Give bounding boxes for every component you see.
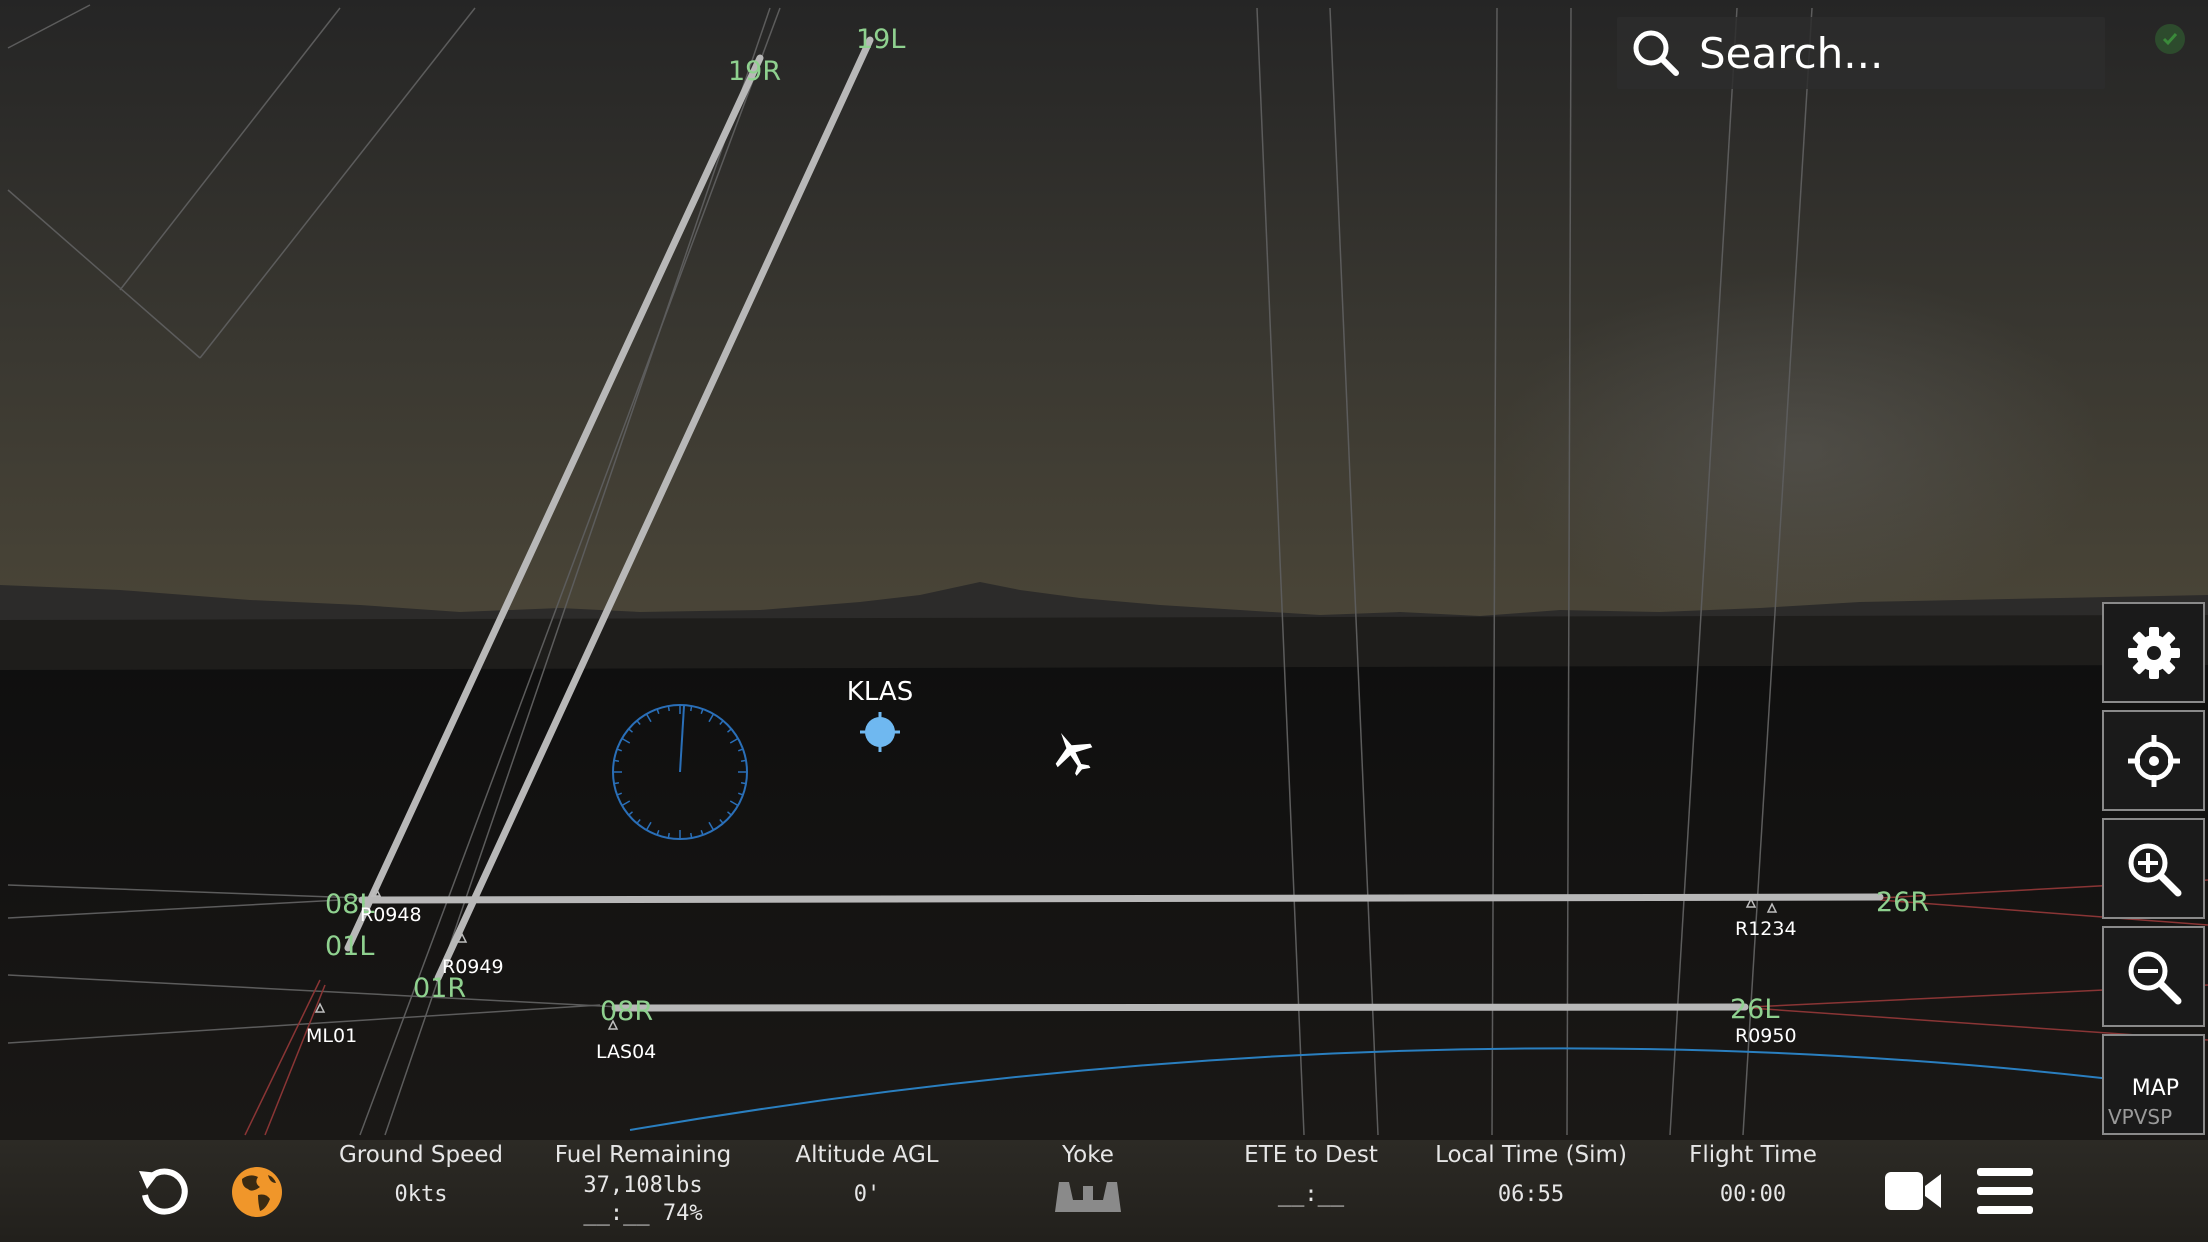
- zoom-in-icon: [2128, 843, 2181, 896]
- runway-label-19r: 19R: [728, 56, 781, 87]
- flight-time-stat: Flight Time 00:00: [1643, 1142, 1863, 1207]
- yoke-icon: [1055, 1182, 1121, 1212]
- runway-label-26r: 26R: [1876, 887, 1929, 918]
- search-input[interactable]: [1697, 27, 2081, 79]
- ground: [0, 620, 2208, 1140]
- map-mode-button[interactable]: MAP VPVSP: [2102, 1034, 2205, 1135]
- altitude-agl-value: 0': [853, 1182, 881, 1207]
- ete-to-dest-label: ETE to Dest: [1244, 1142, 1378, 1168]
- reset-button[interactable]: [135, 1163, 193, 1225]
- yoke-label: Yoke: [1062, 1142, 1114, 1168]
- zoom-out-button[interactable]: [2102, 926, 2205, 1027]
- search-bar[interactable]: [1617, 17, 2105, 89]
- fuel-remaining-value: 37,108lbs: [583, 1173, 703, 1198]
- local-time-stat: Local Time (Sim) 06:55: [1421, 1142, 1641, 1207]
- compass-tick: [667, 832, 670, 839]
- waypoint-label-las04: LAS04: [596, 1041, 656, 1063]
- globe-icon: [232, 1167, 282, 1217]
- map-scene[interactable]: 19R 19L 08L 01L 01R 08R 26R 26L R0948 R0…: [0, 0, 2208, 1242]
- compass-tick: [667, 705, 670, 712]
- runway-label-01l: 01L: [325, 931, 374, 962]
- menu-icon: [1977, 1168, 2033, 1214]
- waypoint-label-r0949: R0949: [442, 956, 504, 978]
- waypoint-label-r0950: R0950: [1735, 1025, 1797, 1047]
- yoke-stat[interactable]: Yoke: [978, 1142, 1198, 1220]
- zoom-in-button[interactable]: [2102, 818, 2205, 919]
- center-position-button[interactable]: [2102, 710, 2205, 811]
- compass-tick: [613, 759, 620, 762]
- compass-tick: [690, 705, 693, 712]
- airport-label: KLAS: [847, 677, 913, 707]
- fuel-remaining-label: Fuel Remaining: [554, 1142, 732, 1168]
- waypoint-label-ml01: ML01: [306, 1025, 357, 1047]
- fuel-remaining-stat: Fuel Remaining 37,108lbs __:__ 74%: [533, 1142, 753, 1228]
- altitude-agl-stat: Altitude AGL 0': [757, 1142, 977, 1207]
- camera-icon: [1885, 1172, 1941, 1210]
- runway-label-19l: 19L: [856, 24, 905, 55]
- horizon-band: [0, 615, 2208, 670]
- camera-button[interactable]: [1883, 1168, 1943, 1218]
- compass-tick: [613, 782, 620, 785]
- zoom-out-icon: [2128, 951, 2181, 1004]
- vpvsp-label: VPVSP: [2108, 1105, 2173, 1129]
- globe-button[interactable]: [230, 1165, 284, 1223]
- ground-speed-stat: Ground Speed 0kts: [311, 1142, 531, 1207]
- local-time-label: Local Time (Sim): [1435, 1142, 1627, 1168]
- compass-tick: [740, 782, 747, 785]
- menu-button[interactable]: [1975, 1166, 2035, 1220]
- sun-glow: [1500, 270, 2100, 630]
- ete-to-dest-value: __:__: [1277, 1182, 1345, 1207]
- status-check-icon: [2155, 24, 2185, 54]
- local-time-value: 06:55: [1497, 1182, 1565, 1207]
- waypoint-label-r0948: R0948: [360, 904, 422, 926]
- flight-time-label: Flight Time: [1689, 1142, 1817, 1168]
- map-label: MAP: [2131, 1076, 2179, 1101]
- gear-icon: [2127, 626, 2180, 679]
- search-icon: [1633, 30, 1679, 76]
- waypoint-label-r1234: R1234: [1735, 918, 1797, 940]
- crosshair-icon: [2127, 734, 2180, 787]
- runway-label-08r: 08R: [600, 996, 653, 1027]
- flight-time-value: 00:00: [1719, 1182, 1787, 1207]
- reset-icon: [139, 1168, 188, 1215]
- ete-to-dest-stat: ETE to Dest __:__: [1201, 1142, 1421, 1207]
- ground-speed-value: 0kts: [394, 1182, 448, 1207]
- ground-speed-label: Ground Speed: [338, 1142, 503, 1168]
- compass-tick: [740, 759, 747, 762]
- compass-tick: [690, 832, 693, 839]
- fuel-remaining-time: __:__ 74%: [583, 1201, 703, 1226]
- altitude-agl-label: Altitude AGL: [795, 1142, 939, 1168]
- settings-button[interactable]: [2102, 602, 2205, 703]
- runway-label-26l: 26L: [1730, 994, 1779, 1025]
